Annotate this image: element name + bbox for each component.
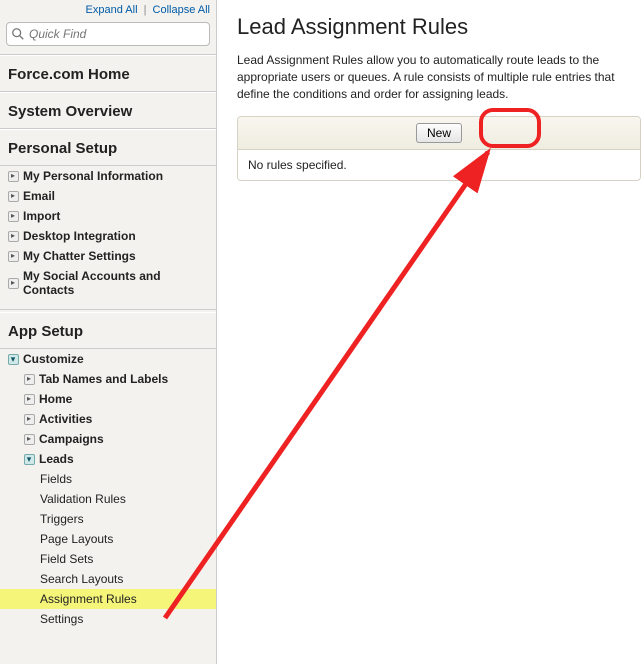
expand-icon: ▸ [6,276,20,290]
expand-icon: ▸ [6,229,20,243]
personal-setup-list: ▸My Personal Information ▸Email ▸Import … [0,166,216,300]
nav-customize[interactable]: ▾Customize [0,349,216,369]
search-wrap [0,18,216,55]
nav-my-personal-info[interactable]: ▸My Personal Information [0,166,216,186]
rules-panel: New No rules specified. [237,116,641,181]
nav-label: Leads [39,452,74,466]
search-box [6,22,210,46]
nav-label: Field Sets [40,552,93,566]
nav-leads-search-layouts[interactable]: Search Layouts [0,569,216,589]
expand-icon: ▸ [6,209,20,223]
empty-message: No rules specified. [248,158,347,172]
nav-label: Desktop Integration [23,229,136,243]
main-content: Lead Assignment Rules Lead Assignment Ru… [217,0,641,664]
page-description: Lead Assignment Rules allow you to autom… [237,52,641,102]
nav-leads-assignment-rules[interactable]: Assignment Rules [0,589,216,609]
system-overview-link[interactable]: System Overview [0,92,216,129]
panel-body: No rules specified. [238,150,640,180]
new-button[interactable]: New [416,123,462,143]
quick-find-input[interactable] [25,25,205,43]
nav-social-accounts[interactable]: ▸My Social Accounts and Contacts [0,266,216,300]
nav-leads-field-sets[interactable]: Field Sets [0,549,216,569]
nav-label: Triggers [40,512,84,526]
nav-desktop-integration[interactable]: ▸Desktop Integration [0,226,216,246]
nav-label: Home [39,392,72,406]
expand-icon: ▸ [6,189,20,203]
collapse-icon: ▾ [6,352,20,366]
divider [0,300,216,310]
nav-label: My Social Accounts and Contacts [23,269,212,297]
nav-leads-fields[interactable]: Fields [0,469,216,489]
expand-icon: ▸ [6,169,20,183]
expand-icon: ▸ [22,392,36,406]
expand-icon: ▸ [6,249,20,263]
search-icon [11,27,25,41]
nav-chatter-settings[interactable]: ▸My Chatter Settings [0,246,216,266]
nav-label: Validation Rules [40,492,126,506]
nav-import[interactable]: ▸Import [0,206,216,226]
nav-leads-validation[interactable]: Validation Rules [0,489,216,509]
nav-label: Settings [40,612,83,626]
nav-label: Assignment Rules [40,592,137,606]
nav-label: Customize [23,352,84,366]
separator: | [144,4,147,16]
app-setup-list: ▾Customize ▸Tab Names and Labels ▸Home ▸… [0,349,216,629]
nav-activities[interactable]: ▸Activities [0,409,216,429]
nav-leads[interactable]: ▾Leads [0,449,216,469]
expand-all-link[interactable]: Expand All [86,4,138,16]
top-links: Expand All | Collapse All [0,0,216,18]
expand-icon: ▸ [22,432,36,446]
collapse-icon: ▾ [22,452,36,466]
nav-label: Search Layouts [40,572,123,586]
nav-label: Campaigns [39,432,104,446]
forcecom-home-link[interactable]: Force.com Home [0,55,216,92]
nav-tab-names[interactable]: ▸Tab Names and Labels [0,369,216,389]
collapse-all-link[interactable]: Collapse All [153,4,210,16]
nav-label: Email [23,189,55,203]
nav-home[interactable]: ▸Home [0,389,216,409]
personal-setup-header: Personal Setup [0,129,216,166]
nav-label: Import [23,209,60,223]
setup-sidebar: Expand All | Collapse All Force.com Home… [0,0,217,664]
expand-icon: ▸ [22,412,36,426]
page-title: Lead Assignment Rules [237,14,641,40]
nav-email[interactable]: ▸Email [0,186,216,206]
app-setup-header: App Setup [0,312,216,349]
nav-leads-triggers[interactable]: Triggers [0,509,216,529]
nav-campaigns[interactable]: ▸Campaigns [0,429,216,449]
nav-leads-page-layouts[interactable]: Page Layouts [0,529,216,549]
nav-label: Page Layouts [40,532,113,546]
nav-label: Tab Names and Labels [39,372,168,386]
nav-label: Activities [39,412,92,426]
nav-label: Fields [40,472,72,486]
nav-label: My Chatter Settings [23,249,136,263]
expand-icon: ▸ [22,372,36,386]
panel-toolbar: New [238,117,640,150]
nav-label: My Personal Information [23,169,163,183]
nav-leads-settings[interactable]: Settings [0,609,216,629]
